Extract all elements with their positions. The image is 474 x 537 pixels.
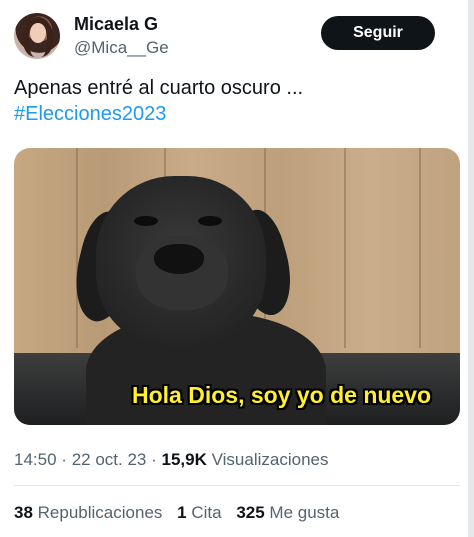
views-count: 15,9K [161, 450, 207, 469]
dog-right-eye [198, 216, 222, 226]
retweets-stat[interactable]: 38 Republicaciones [14, 503, 162, 522]
author-name[interactable]: Micaela G [74, 14, 158, 35]
likes-count: 325 [236, 503, 265, 522]
tweet-header: Micaela G @Mica__Ge Seguir [14, 13, 460, 63]
follow-button[interactable]: Seguir [321, 16, 435, 50]
wood-plank-line [344, 148, 346, 348]
divider [14, 485, 460, 486]
tweet-text: Apenas entré al cuarto oscuro ... #Elecc… [14, 75, 454, 127]
tweet-date[interactable]: 22 oct. 23 [72, 450, 147, 469]
avatar-face [30, 23, 46, 43]
tweet-meta: 14:50 · 22 oct. 23 · 15,9K Visualizacion… [14, 450, 328, 470]
views-label: Visualizaciones [211, 450, 329, 469]
meme-caption: Hola Dios, soy yo de nuevo [132, 382, 432, 408]
retweets-label: Republicaciones [37, 503, 163, 522]
meta-separator: · [61, 450, 67, 469]
quotes-stat[interactable]: 1 Cita [177, 503, 221, 522]
tweet-time[interactable]: 14:50 [14, 450, 57, 469]
likes-stat[interactable]: 325 Me gusta [236, 503, 339, 522]
engagement-stats: 38 Republicaciones 1 Cita 325 Me gusta [14, 503, 349, 523]
meta-separator: · [151, 450, 157, 469]
tweet-media-image[interactable]: Hola Dios, soy yo de nuevo [14, 148, 460, 425]
wood-plank-line [76, 148, 78, 348]
author-handle[interactable]: @Mica__Ge [74, 38, 169, 58]
dog-left-eye [134, 216, 158, 226]
avatar[interactable] [14, 13, 60, 59]
hashtag-link[interactable]: #Elecciones2023 [14, 101, 454, 127]
likes-label: Me gusta [269, 503, 340, 522]
scrollbar-track[interactable] [468, 0, 474, 537]
dog-nose [154, 244, 204, 274]
tweet-text-line: Apenas entré al cuarto oscuro ... [14, 77, 304, 99]
quotes-count: 1 [177, 503, 187, 522]
retweets-count: 38 [14, 503, 33, 522]
wood-plank-line [419, 148, 421, 348]
quotes-label: Cita [191, 503, 222, 522]
